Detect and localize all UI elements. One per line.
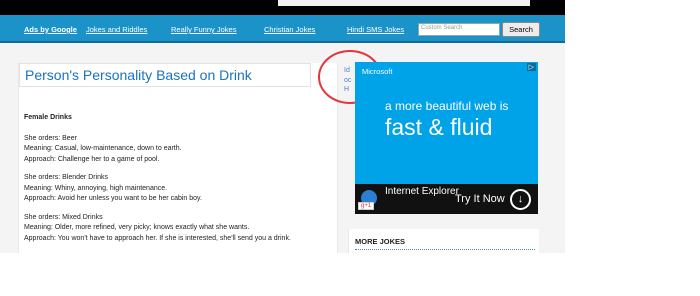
entry: She orders: Mixed Drinks Meaning: Older,…: [24, 213, 291, 245]
entry: She orders: Blender Drinks Meaning: Whin…: [24, 173, 291, 205]
nav-hindi-sms-jokes[interactable]: Hindi SMS Jokes: [347, 25, 404, 34]
entry-order: She orders: Beer: [24, 134, 77, 142]
ad-choices-icon[interactable]: ▷: [526, 63, 536, 71]
search-input[interactable]: Custom Search: [418, 23, 500, 36]
search-placeholder: Custom Search: [421, 25, 463, 31]
entry-order: She orders: Mixed Drinks: [24, 213, 103, 221]
google-plus-one-icon[interactable]: g+1: [358, 202, 375, 210]
entry-order: She orders: Blender Drinks: [24, 174, 109, 181]
entry-approach: Approach: Avoid her unless you want to b…: [24, 195, 202, 202]
product-name: Internet Explorer: [385, 186, 459, 197]
nav-really-funny-jokes[interactable]: Really Funny Jokes: [171, 25, 236, 34]
more-jokes-heading: MORE JOKES: [355, 237, 406, 246]
nav-christian-jokes[interactable]: Christian Jokes: [264, 25, 315, 34]
ad-tagline: fast & fluid: [385, 114, 493, 140]
entry-meaning: Meaning: Casual, low-maintenance, down t…: [24, 145, 182, 152]
entry-meaning: Meaning: Whiny, annoying, high maintenan…: [24, 184, 168, 192]
arrow-down-icon[interactable]: ↓: [510, 189, 531, 210]
page-title[interactable]: Person's Personality Based on Drink: [25, 67, 252, 83]
article-content: Female Drinks She orders: Beer Meaning: …: [24, 113, 291, 252]
more-jokes-links[interactable]: [355, 249, 535, 252]
ad-footer: g+1 Internet Explorer Try It Now ↓: [355, 184, 538, 214]
nav-ads-by-google[interactable]: Ads by Google: [24, 25, 77, 34]
brand-label: Microsoft: [362, 67, 393, 76]
advertisement[interactable]: Microsoft ▷ a more beautiful web is fast…: [355, 62, 538, 214]
nav-jokes-and-riddles[interactable]: Jokes and Riddles: [86, 25, 147, 34]
title-box: Person's Personality Based on Drink: [19, 63, 311, 87]
cta-label[interactable]: Try It Now: [455, 193, 505, 205]
nav-bar: Ads by Google Jokes and Riddles Really F…: [0, 15, 565, 43]
entry-approach: Approach: Challenge her to a game of poo…: [24, 155, 160, 163]
search-button[interactable]: Search: [502, 22, 540, 37]
entry: She orders: Beer Meaning: Casual, low-ma…: [24, 134, 291, 166]
entry-meaning: Meaning: Older, more refined, very picky…: [24, 224, 250, 231]
section-heading: Female Drinks: [24, 114, 72, 121]
more-jokes-box: MORE JOKES: [348, 229, 539, 253]
entry-approach: Approach: You won't have to approach her…: [24, 234, 291, 242]
ad-headline: a more beautiful web is: [385, 99, 509, 113]
top-banner-strip: [278, 0, 530, 6]
top-black-bar: [0, 0, 565, 15]
